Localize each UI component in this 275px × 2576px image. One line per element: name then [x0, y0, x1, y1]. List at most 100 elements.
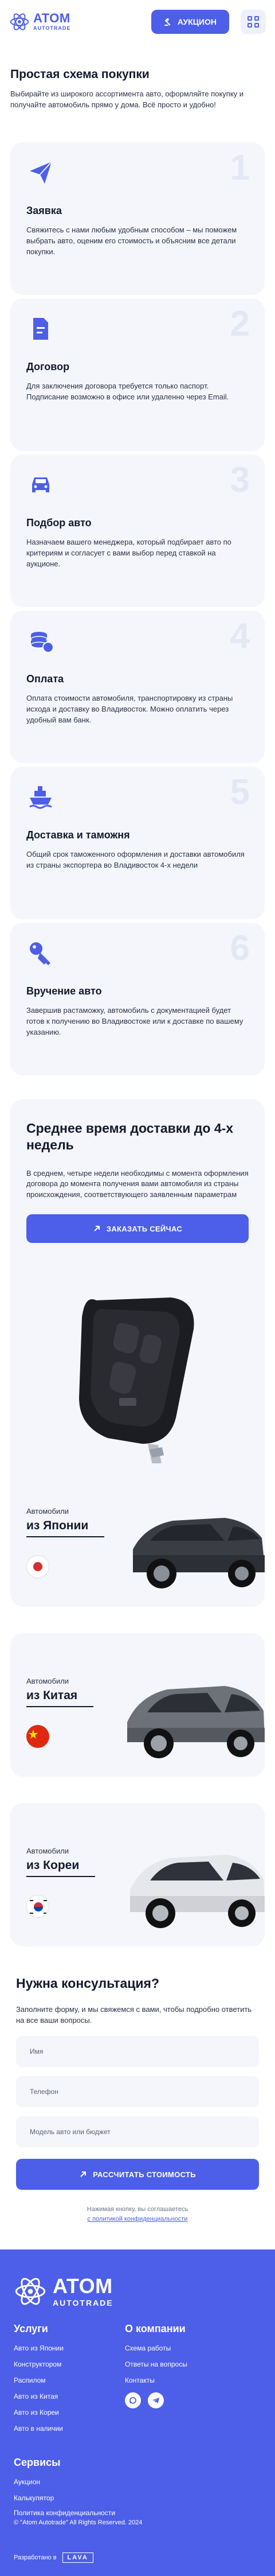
- developer-label: Разработано в: [14, 2554, 57, 2561]
- footer-link[interactable]: Авто из Кореи: [14, 2408, 100, 2416]
- footer-link[interactable]: Авто из Японии: [14, 2344, 100, 2352]
- delivery-title: Среднее время доставки до 4-х недель: [26, 1121, 234, 1152]
- step-title: Заявка: [26, 205, 62, 216]
- country-card-china[interactable]: Автомобили из Китая: [10, 1633, 265, 1777]
- auction-button-label: АУКЦИОН: [177, 17, 217, 26]
- footer-link[interactable]: Контакты: [125, 2376, 211, 2384]
- logo-subtitle: AUTOTRADE: [33, 25, 71, 31]
- scheme-title: Простая схема покупки: [10, 68, 150, 81]
- menu-grid-button[interactable]: [241, 9, 266, 34]
- delivery-text: В среднем, четыре недели необходимы с мо…: [26, 1168, 249, 1199]
- step-number: 1: [230, 148, 250, 188]
- footer-logo[interactable]: ATOM AUTOTRADE: [14, 2275, 261, 2308]
- scheme-intro: Выбирайте из широкого ассортимента авто,…: [10, 90, 244, 110]
- footer-link[interactable]: Авто в наличии: [14, 2425, 100, 2433]
- telegram-icon[interactable]: [148, 2392, 164, 2408]
- korea-flag-icon: [26, 1895, 49, 1918]
- coins-icon: [30, 632, 54, 653]
- footer-legal: Политика конфиденциальности © "Atom Auto…: [14, 2508, 142, 2528]
- step-text: Завершив растаможку, автомобиль с докуме…: [26, 1006, 243, 1036]
- footer-link[interactable]: Калькулятор: [14, 2494, 261, 2502]
- paper-plane-icon: [30, 161, 52, 184]
- developer-logo[interactable]: LAVA: [62, 2552, 93, 2563]
- hammer-icon: [164, 18, 171, 26]
- developer-credit: Разработано в LAVA: [14, 2552, 93, 2563]
- country-name: из Японии: [26, 1518, 105, 1537]
- consent-note: Нажимая кнопку, вы соглашаетесь с полити…: [16, 2205, 259, 2224]
- car-image: [127, 1686, 265, 1758]
- calculate-cost-label: РАССЧИТАТЬ СТОИМОСТЬ: [93, 2170, 196, 2179]
- step-title: Вручение авто: [26, 985, 102, 997]
- ship-icon: [29, 786, 52, 809]
- car-icon: [32, 477, 49, 492]
- country-name: из Китая: [26, 1688, 94, 1707]
- footer-link[interactable]: Конструктором: [14, 2360, 100, 2368]
- step-card: 4 Оплата Оплата стоимости автомобиля, тр…: [10, 611, 265, 763]
- step-card: 5 Доставка и таможня Общий срок таможенн…: [10, 767, 265, 919]
- step-number: 5: [230, 772, 250, 812]
- car-image: [130, 1855, 265, 1928]
- step-card: 6 Вручение авто Завершив растаможку, авт…: [10, 923, 265, 1075]
- step-number: 6: [230, 928, 250, 968]
- footer-company-heading: О компании: [125, 2323, 186, 2334]
- step-number: 2: [230, 304, 250, 344]
- country-name: из Кореи: [26, 1858, 96, 1877]
- consultation-form: Нужна консультация? Заполните форму, и м…: [10, 1975, 265, 2224]
- atom-logo-icon: [10, 13, 29, 30]
- copyright: © "Atom Autotrade" All Rights Reserved. …: [14, 2519, 143, 2526]
- footer-link[interactable]: Ответы на вопросы: [125, 2360, 211, 2368]
- key-icon: [30, 942, 50, 965]
- footer-link[interactable]: Аукцион: [14, 2478, 261, 2486]
- car-key-image: [79, 1297, 194, 1484]
- calculate-cost-button[interactable]: РАССЧИТАТЬ СТОИМОСТЬ: [16, 2159, 259, 2190]
- order-now-button[interactable]: ЗАКАЗАТЬ СЕЙЧАС: [26, 1214, 249, 1244]
- step-text: Оплата стоимости автомобиля, транспортир…: [26, 694, 233, 724]
- menu-grid-icon: [247, 15, 252, 21]
- consult-text: Заполните форму, и мы свяжемся с вами, ч…: [16, 2004, 252, 2025]
- phone-input[interactable]: [16, 2076, 259, 2108]
- step-card: 1 Заявка Свяжитесь с нами любым удобным …: [10, 142, 265, 295]
- footer-link[interactable]: Авто из Китая: [14, 2392, 100, 2400]
- country-caption: Автомобили: [26, 1507, 69, 1516]
- arrow-up-right-icon: [80, 2171, 87, 2178]
- car-image: [133, 1518, 265, 1588]
- model-budget-input[interactable]: [16, 2116, 259, 2148]
- privacy-policy-link[interactable]: с политикой конфиденциальности: [88, 2216, 188, 2223]
- step-title: Подбор авто: [26, 517, 92, 529]
- delivery-time-card: Среднее время доставки до 4-х недель В с…: [10, 1099, 265, 1507]
- consent-text: Нажимая кнопку, вы соглашаетесь: [87, 2206, 188, 2213]
- step-title: Доставка и таможня: [26, 829, 130, 841]
- footer-services-heading: Услуги: [14, 2323, 48, 2334]
- footer-link[interactable]: Распилом: [14, 2376, 100, 2384]
- logo[interactable]: ATOM AUTOTRADE: [9, 11, 70, 32]
- step-title: Оплата: [26, 673, 64, 685]
- name-input[interactable]: [16, 2036, 259, 2068]
- arrow-up-right-icon: [94, 1226, 100, 1231]
- footer-company-column: О компании Схема работы Ответы на вопрос…: [125, 2323, 211, 2441]
- country-caption: Автомобили: [26, 1847, 69, 1855]
- order-now-label: ЗАКАЗАТЬ СЕЙЧАС: [106, 1224, 183, 1233]
- footer-logo-title: ATOM: [53, 2274, 113, 2298]
- footer-link[interactable]: Схема работы: [125, 2344, 211, 2352]
- step-text: Свяжитесь с нами любым удобным способом …: [26, 226, 237, 256]
- consult-title: Нужна консультация?: [16, 1976, 160, 1991]
- country-caption: Автомобили: [26, 1677, 69, 1685]
- atom-logo-icon: [15, 2278, 46, 2305]
- step-card: 3 Подбор авто Назначаем вашего менеджера…: [10, 454, 265, 607]
- china-flag-icon: [26, 1725, 49, 1748]
- site-header: ATOM AUTOTRADE АУКЦИОН: [0, 0, 275, 43]
- japan-flag-icon: [26, 1555, 49, 1578]
- country-card-korea[interactable]: Автомобили из Кореи: [10, 1803, 265, 1946]
- step-text: Для заключения договора требуется только…: [26, 382, 229, 401]
- purchase-scheme-section: Простая схема покупки Выбирайте из широк…: [0, 67, 275, 111]
- country-card-japan[interactable]: Автомобили из Японии: [10, 1463, 265, 1607]
- footer-logo-subtitle: AUTOTRADE: [53, 2298, 113, 2307]
- step-text: Назначаем вашего менеджера, который подб…: [26, 538, 231, 568]
- step-title: Договор: [26, 361, 70, 372]
- step-text: Общий срок таможенного оформления и дост…: [26, 850, 245, 869]
- auction-button[interactable]: АУКЦИОН: [151, 9, 229, 34]
- privacy-policy-footer-link[interactable]: Политика конфиденциальности: [14, 2508, 142, 2518]
- footer-services-column: Услуги Авто из Японии Конструктором Расп…: [14, 2323, 100, 2441]
- whatsapp-icon[interactable]: [125, 2392, 141, 2408]
- document-icon: [33, 318, 48, 340]
